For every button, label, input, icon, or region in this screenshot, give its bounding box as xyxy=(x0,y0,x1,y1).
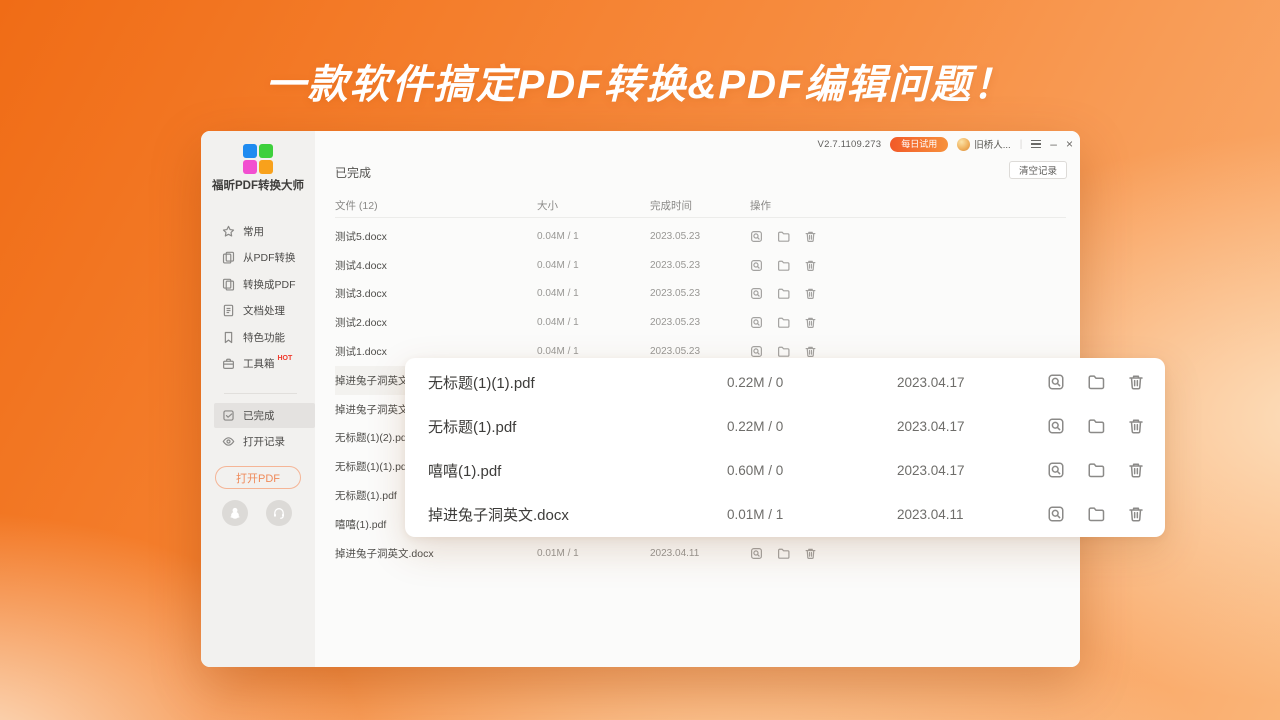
clear-records-button[interactable]: 清空记录 xyxy=(1009,161,1067,179)
table-row[interactable]: 掉进兔子洞英文.docx 0.01M / 1 2023.04.11 xyxy=(335,539,1066,568)
trash-icon[interactable] xyxy=(1127,417,1145,435)
eye-icon xyxy=(222,435,235,448)
preview-icon[interactable] xyxy=(1047,373,1065,391)
folder-icon[interactable] xyxy=(1087,505,1105,523)
preview-icon[interactable] xyxy=(750,230,763,243)
sidebar-item-label: 转换成PDF xyxy=(243,277,296,292)
logo-orange-square xyxy=(259,160,273,174)
completed-checkbox-icon xyxy=(222,409,235,422)
qq-contact-button[interactable] xyxy=(222,500,248,526)
titlebar-separator: | xyxy=(1020,139,1023,150)
folder-icon[interactable] xyxy=(1087,373,1105,391)
bookmark-icon xyxy=(222,331,235,344)
overlay-row[interactable]: 无标题(1)(1).pdf 0.22M / 0 2023.04.17 xyxy=(405,360,1165,404)
page-title: 已完成 xyxy=(335,164,371,181)
col-file: 文件 (12) xyxy=(335,198,537,213)
sidebar-item-features[interactable]: 特色功能 xyxy=(201,324,315,351)
daily-trial-button[interactable]: 每日试用 xyxy=(890,137,948,152)
preview-icon[interactable] xyxy=(750,316,763,329)
sidebar-item-toolbox[interactable]: 工具箱 HOT xyxy=(201,351,315,378)
logo-green-square xyxy=(259,144,273,158)
headset-icon xyxy=(272,506,286,520)
customer-service-button[interactable] xyxy=(266,500,292,526)
close-button[interactable]: × xyxy=(1066,138,1073,150)
hero-headline: 一款软件搞定PDF转换&PDF编辑问题！ xyxy=(0,52,1280,110)
preview-icon[interactable] xyxy=(750,547,763,560)
hot-badge: HOT xyxy=(278,355,293,362)
minimize-button[interactable]: – xyxy=(1050,138,1057,150)
folder-icon[interactable] xyxy=(777,287,790,300)
trash-icon[interactable] xyxy=(804,287,817,300)
table-header: 文件 (12) 大小 完成时间 操作 xyxy=(335,194,1066,218)
open-pdf-button[interactable]: 打开PDF xyxy=(215,466,301,489)
table-row[interactable]: 测试5.docx 0.04M / 1 2023.05.23 xyxy=(335,222,1066,251)
overlay-row[interactable]: 无标题(1).pdf 0.22M / 0 2023.04.17 xyxy=(405,404,1165,448)
logo-pink-square xyxy=(243,160,257,174)
overlay-row[interactable]: 掉进兔子洞英文.docx 0.01M / 1 2023.04.11 xyxy=(405,492,1165,536)
star-icon xyxy=(222,225,235,238)
folder-icon[interactable] xyxy=(777,230,790,243)
preview-icon[interactable] xyxy=(1047,461,1065,479)
sidebar-item-completed[interactable]: 已完成 xyxy=(214,403,315,428)
sidebar-item-label: 已完成 xyxy=(243,408,275,423)
window-titlebar: V2.7.1109.273 每日试用 旧桥人... | – × xyxy=(818,136,1073,152)
trash-icon[interactable] xyxy=(804,316,817,329)
from-pdf-icon xyxy=(222,251,235,264)
col-time: 完成时间 xyxy=(650,198,750,213)
folder-icon[interactable] xyxy=(777,316,790,329)
magnified-rows-panel: 无标题(1)(1).pdf 0.22M / 0 2023.04.17 无标题(1… xyxy=(405,358,1165,537)
preview-icon[interactable] xyxy=(750,345,763,358)
folder-icon[interactable] xyxy=(1087,461,1105,479)
folder-icon[interactable] xyxy=(1087,417,1105,435)
to-pdf-icon xyxy=(222,278,235,291)
table-row[interactable]: 测试2.docx 0.04M / 1 2023.05.23 xyxy=(335,308,1066,337)
app-name: 福昕PDF转换大师 xyxy=(201,177,315,193)
account-menu[interactable]: 旧桥人... xyxy=(957,137,1010,151)
sidebar-item-label: 打开记录 xyxy=(243,434,285,449)
preview-icon[interactable] xyxy=(750,259,763,272)
sidebar-item-to-pdf[interactable]: 转换成PDF xyxy=(201,271,315,298)
trash-icon[interactable] xyxy=(804,230,817,243)
sidebar-item-from-pdf[interactable]: 从PDF转换 xyxy=(201,245,315,272)
preview-icon[interactable] xyxy=(1047,505,1065,523)
sidebar-menu: 常用 从PDF转换 转换成PDF 文档处理 特色功能 工具箱 HOT xyxy=(201,218,315,377)
folder-icon[interactable] xyxy=(777,547,790,560)
username-label: 旧桥人... xyxy=(974,137,1010,151)
qq-penguin-icon xyxy=(228,506,242,520)
overlay-row[interactable]: 嘻嘻(1).pdf 0.60M / 0 2023.04.17 xyxy=(405,448,1165,492)
table-row[interactable]: 测试3.docx 0.04M / 1 2023.05.23 xyxy=(335,280,1066,309)
sidebar-item-open-history[interactable]: 打开记录 xyxy=(201,429,315,454)
app-logo-icon xyxy=(243,144,273,174)
table-row[interactable]: 测试4.docx 0.04M / 1 2023.05.23 xyxy=(335,251,1066,280)
trash-icon[interactable] xyxy=(804,345,817,358)
col-size: 大小 xyxy=(537,198,650,213)
toolbox-icon xyxy=(222,357,235,370)
sidebar-divider xyxy=(224,393,297,394)
preview-icon[interactable] xyxy=(750,287,763,300)
sidebar-item-label: 文档处理 xyxy=(243,303,285,318)
sidebar: 福昕PDF转换大师 常用 从PDF转换 转换成PDF 文档处理 特色功能 xyxy=(201,131,315,667)
folder-icon[interactable] xyxy=(777,259,790,272)
hamburger-menu-icon[interactable] xyxy=(1031,140,1041,148)
trash-icon[interactable] xyxy=(804,259,817,272)
version-label: V2.7.1109.273 xyxy=(818,139,882,150)
preview-icon[interactable] xyxy=(1047,417,1065,435)
sidebar-item-label: 工具箱 xyxy=(243,356,275,371)
trash-icon[interactable] xyxy=(1127,373,1145,391)
document-icon xyxy=(222,304,235,317)
trash-icon[interactable] xyxy=(804,547,817,560)
trash-icon[interactable] xyxy=(1127,461,1145,479)
sidebar-item-common[interactable]: 常用 xyxy=(201,218,315,245)
sidebar-item-label: 特色功能 xyxy=(243,330,285,345)
avatar xyxy=(957,138,970,151)
logo-blue-square xyxy=(243,144,257,158)
sidebar-item-label: 从PDF转换 xyxy=(243,250,296,265)
sidebar-item-label: 常用 xyxy=(243,224,264,239)
sidebar-item-doc-process[interactable]: 文档处理 xyxy=(201,298,315,325)
trash-icon[interactable] xyxy=(1127,505,1145,523)
col-ops: 操作 xyxy=(750,198,1066,213)
folder-icon[interactable] xyxy=(777,345,790,358)
